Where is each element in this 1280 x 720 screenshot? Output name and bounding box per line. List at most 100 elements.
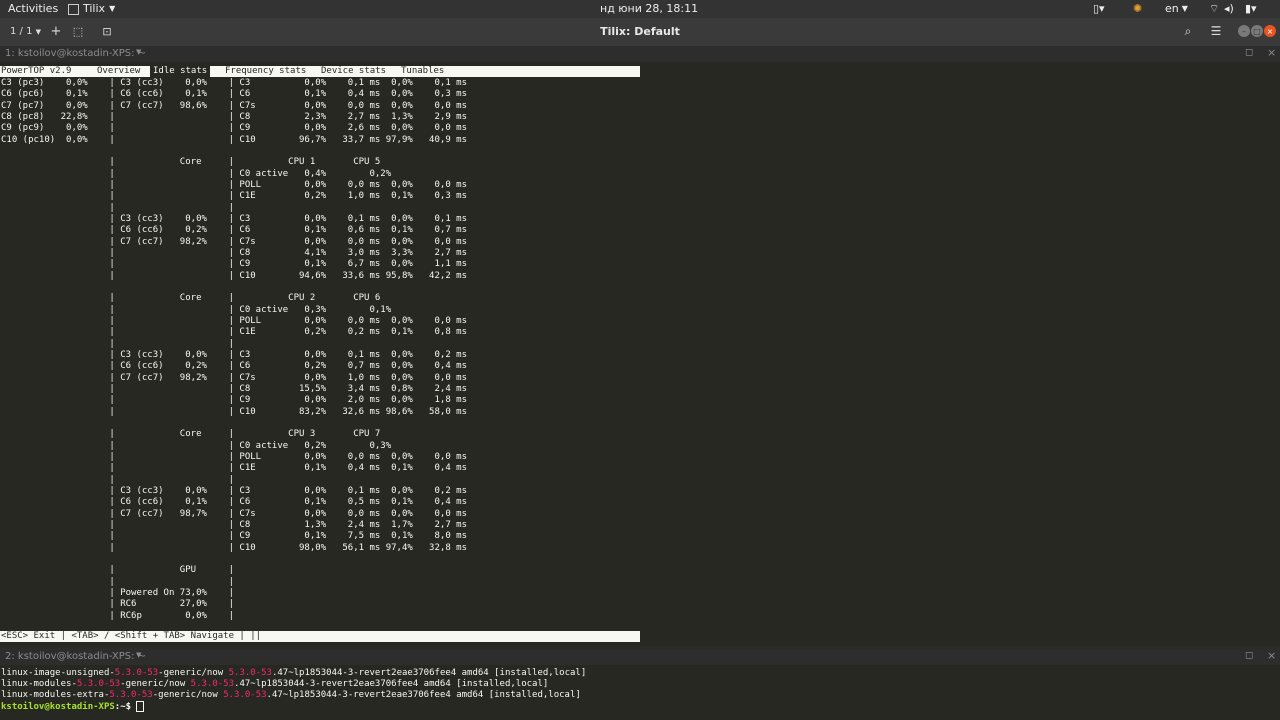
- minimize-icon[interactable]: –: [1238, 25, 1250, 37]
- powertop-line: | C6 (cc6) 0,2% | C6 0,1% 0,6 ms 0,1% 0,…: [1, 225, 467, 236]
- maximize-icon[interactable]: ◻: [1245, 650, 1253, 661]
- version-text: 5.3.0-53: [76, 679, 121, 689]
- restore-icon[interactable]: □: [1251, 25, 1263, 37]
- powertop-footer: <ESC> Exit | <TAB> / <Shift + TAB> Navig…: [1, 631, 262, 642]
- package-text: -generic/now: [120, 679, 191, 689]
- powertop-tab-bar: [0, 66, 640, 77]
- tab-idle-stats[interactable]: Idle stats: [150, 66, 211, 77]
- pane1-title[interactable]: 1: kstoilov@kostadin-XPS: ~: [5, 48, 146, 59]
- close-icon[interactable]: ×: [1267, 46, 1276, 59]
- version-text: 5.3.0-53: [190, 679, 235, 689]
- powertop-line: | | C8 15,5% 3,4 ms 0,8% 2,4 ms: [1, 383, 467, 394]
- tab-device-stats[interactable]: Device stats: [321, 66, 387, 77]
- clipboard-icon[interactable]: ▯▾: [1093, 2, 1105, 16]
- close-icon[interactable]: ×: [1267, 649, 1276, 662]
- wifi-icon[interactable]: ⌔: [1209, 2, 1219, 16]
- powertop-line: | C6 (cc6) 0,2% | C6 0,2% 0,7 ms 0,0% 0,…: [1, 361, 467, 372]
- powertop-line: | | POLL 0,0% 0,0 ms 0,0% 0,0 ms: [1, 179, 467, 190]
- powertop-line: | RC6p 0,0% |: [1, 610, 234, 621]
- hamburger-menu-icon[interactable]: ☰: [1209, 24, 1223, 38]
- language-selector[interactable]: en ▼: [1165, 2, 1188, 16]
- version-text: 5.3.0-53: [228, 668, 272, 678]
- cursor: [136, 701, 145, 712]
- powertop-line: C8 (pc8) 22,8% | | C8 2,3% 2,7 ms 1,3% 2…: [1, 111, 467, 122]
- powertop-line: | | C1E 0,1% 0,4 ms 0,1% 0,4 ms: [1, 463, 467, 474]
- powertop-line: | | C9 0,0% 2,0 ms 0,0% 1,8 ms: [1, 395, 467, 406]
- activities-button[interactable]: Activities: [8, 2, 58, 16]
- version-text: 5.3.0-53: [109, 690, 153, 700]
- package-text: .47~lp1853044-3-revert2eae3706fee4 amd64…: [234, 679, 549, 689]
- powertop-line: | Core | CPU 1 CPU 5: [1, 157, 381, 168]
- maximize-icon[interactable]: ◻: [1245, 47, 1253, 58]
- search-icon[interactable]: ⌕: [1181, 24, 1195, 38]
- clock[interactable]: нд юни 28, 18:11: [600, 2, 698, 16]
- title-bar: 1 / 1 ▼ + ⬚ ⊡ Tilix: Default ⌕ ☰ – □ ×: [0, 18, 1280, 46]
- powertop-line: | | C8 4,1% 3,0 ms 3,3% 2,7 ms: [1, 247, 467, 258]
- package-text: linux-modules-extra-: [1, 690, 110, 700]
- chevron-down-icon[interactable]: ▼: [136, 48, 141, 56]
- prompt-path: :~$: [114, 702, 137, 712]
- app-icon: [68, 3, 79, 15]
- pane2-title[interactable]: 2: kstoilov@kostadin-XPS: ~: [5, 651, 146, 662]
- shell-prompt[interactable]: kstoilov@kostadin-XPS:~$: [1, 701, 145, 712]
- powertop-version: PowerTOP v2.9: [1, 66, 72, 77]
- powertop-line: | | C0 active 0,2% 0,3%: [1, 440, 392, 451]
- powertop-line: | | C0 active 0,4% 0,2%: [1, 168, 392, 179]
- app-menu[interactable]: Tilix ▼: [68, 2, 115, 16]
- tab-frequency-stats[interactable]: Frequency stats: [225, 66, 307, 77]
- powertop-line: | C7 (cc7) 98,2% | C7s 0,0% 0,0 ms 0,0% …: [1, 236, 467, 247]
- pane2-terminal[interactable]: linux-image-unsigned-5.3.0-53-generic/no…: [0, 665, 1280, 720]
- powertop-line: C3 (pc3) 0,0% | C3 (cc3) 0,0% | C3 0,0% …: [1, 78, 467, 88]
- powertop-line: | | POLL 0,0% 0,0 ms 0,0% 0,0 ms: [1, 451, 467, 462]
- powertop-line: | |: [1, 576, 234, 587]
- package-text: .47~lp1853044-3-revert2eae3706fee4 amd64…: [266, 690, 581, 700]
- powertop-line: C6 (pc6) 0,1% | C6 (cc6) 0,1% | C6 0,1% …: [1, 89, 467, 100]
- package-text: .47~lp1853044-3-revert2eae3706fee4 amd64…: [271, 668, 587, 678]
- chevron-down-icon: ▼: [1181, 4, 1188, 13]
- powertop-line: C10 (pc10) 0,0% | | C10 96,7% 33,7 ms 97…: [1, 134, 467, 145]
- pane1-terminal[interactable]: PowerTOP v2.9 Overview Idle stats Freque…: [0, 62, 1280, 646]
- tab-tunables[interactable]: Tunables: [401, 66, 445, 77]
- powertop-line: | | C8 1,3% 2,4 ms 1,7% 2,7 ms: [1, 519, 467, 530]
- pane2-header: 2: kstoilov@kostadin-XPS: ~ ▼ ◻ ×: [0, 649, 1280, 665]
- powertop-line: | | C9 0,1% 7,5 ms 0,1% 8,0 ms: [1, 531, 467, 542]
- language-label: en: [1165, 2, 1179, 15]
- powertop-line: | Core | CPU 3 CPU 7: [1, 429, 381, 440]
- version-text: 5.3.0-53: [223, 690, 267, 700]
- powertop-line: | | C10 94,6% 33,6 ms 95,8% 42,2 ms: [1, 270, 467, 281]
- package-text: linux-image-unsigned-: [1, 668, 115, 678]
- volume-icon[interactable]: ◂): [1224, 2, 1234, 16]
- powertop-line: C7 (pc7) 0,0% | C7 (cc7) 98,6% | C7s 0,0…: [1, 100, 467, 111]
- powertop-line: | | C10 98,0% 56,1 ms 97,4% 32,8 ms: [1, 542, 467, 553]
- tab-overview[interactable]: Overview: [97, 66, 141, 77]
- powertop-line: | | C9 0,1% 6,7 ms 0,0% 1,1 ms: [1, 259, 467, 270]
- close-icon[interactable]: ×: [1264, 25, 1276, 37]
- powertop-line: | Powered On 73,0% |: [1, 587, 234, 598]
- powertop-line: | C7 (cc7) 98,2% | C7s 0,0% 1,0 ms 0,0% …: [1, 372, 467, 383]
- powertop-line: | RC6 27,0% |: [1, 599, 234, 610]
- output-line: linux-image-unsigned-5.3.0-53-generic/no…: [1, 668, 586, 679]
- powertop-line: | C3 (cc3) 0,0% | C3 0,0% 0,1 ms 0,0% 0,…: [1, 213, 467, 224]
- powertop-line: | | POLL 0,0% 0,0 ms 0,0% 0,0 ms: [1, 315, 467, 326]
- battery-icon[interactable]: ▮▾: [1245, 2, 1257, 16]
- chevron-down-icon: ▼: [109, 4, 116, 13]
- package-text: linux-modules-: [1, 679, 77, 689]
- powertop-line: C9 (pc9) 0,0% | | C9 0,0% 2,6 ms 0,0% 0,…: [1, 123, 467, 134]
- app-menu-label: Tilix: [83, 2, 106, 15]
- powertop-line: | | C0 active 0,3% 0,1%: [1, 304, 392, 315]
- chevron-down-icon[interactable]: ▼: [136, 651, 141, 659]
- top-bar: Activities Tilix ▼ нд юни 28, 18:11 ▯▾ ✺…: [0, 0, 1280, 18]
- powertop-line: | | C1E 0,2% 0,2 ms 0,1% 0,8 ms: [1, 327, 467, 338]
- prompt-user: kstoilov@kostadin-XPS: [1, 702, 115, 712]
- powertop-line: | |: [1, 202, 234, 213]
- powertop-line: | C6 (cc6) 0,1% | C6 0,1% 0,5 ms 0,1% 0,…: [1, 497, 467, 508]
- powertop-line: | Core | CPU 2 CPU 6: [1, 293, 381, 304]
- night-light-icon[interactable]: ✺: [1133, 2, 1142, 16]
- powertop-line: | C3 (cc3) 0,0% | C3 0,0% 0,1 ms 0,0% 0,…: [1, 349, 467, 360]
- package-text: -generic/now: [152, 690, 224, 700]
- powertop-line: | |: [1, 338, 234, 349]
- powertop-line: | C3 (cc3) 0,0% | C3 0,0% 0,1 ms 0,0% 0,…: [1, 485, 467, 496]
- pane1-header: 1: kstoilov@kostadin-XPS: ~ ▼ ◻ ×: [0, 46, 1280, 62]
- powertop-line: | | C1E 0,2% 1,0 ms 0,1% 0,3 ms: [1, 191, 467, 202]
- version-text: 5.3.0-53: [114, 668, 159, 678]
